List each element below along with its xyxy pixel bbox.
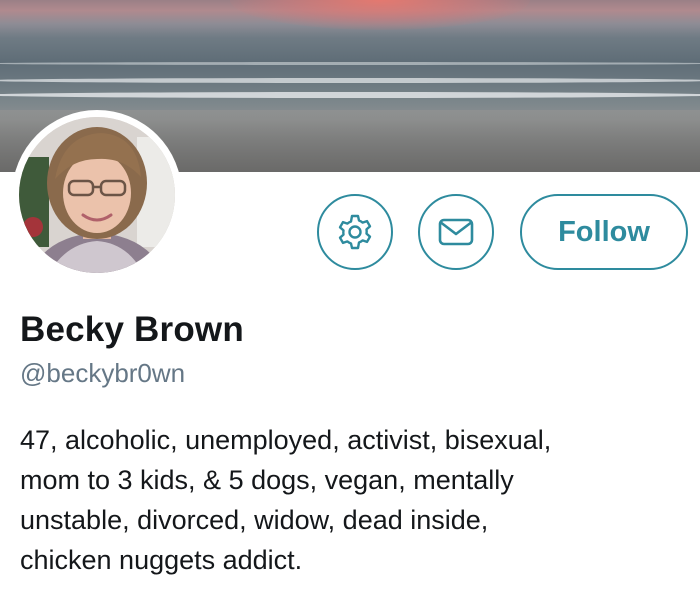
avatar-portrait: [19, 117, 175, 273]
profile-display-name: Becky Brown: [20, 310, 244, 349]
profile-bio: 47, alcoholic, unemployed, activist, bis…: [20, 420, 690, 580]
sunset-glow: [230, 0, 530, 30]
settings-button[interactable]: [317, 194, 393, 270]
bio-line: mom to 3 kids, & 5 dogs, vegan, mentally: [20, 465, 514, 495]
follow-button[interactable]: Follow: [520, 194, 688, 270]
profile-page: Follow Becky Brown @beckybr0wn 47, alcoh…: [0, 0, 700, 590]
message-button[interactable]: [418, 194, 494, 270]
wave-line: [0, 78, 700, 83]
bio-line: unstable, divorced, widow, dead inside,: [20, 505, 489, 535]
avatar[interactable]: [19, 117, 175, 273]
bio-line: chicken nuggets addict.: [20, 545, 303, 575]
wave-line: [0, 92, 700, 98]
profile-handle[interactable]: @beckybr0wn: [20, 358, 185, 389]
envelope-icon: [438, 218, 474, 246]
bio-line: 47, alcoholic, unemployed, activist, bis…: [20, 425, 552, 455]
wave-line: [0, 62, 700, 65]
gear-icon: [338, 214, 372, 250]
follow-button-label: Follow: [558, 215, 650, 248]
